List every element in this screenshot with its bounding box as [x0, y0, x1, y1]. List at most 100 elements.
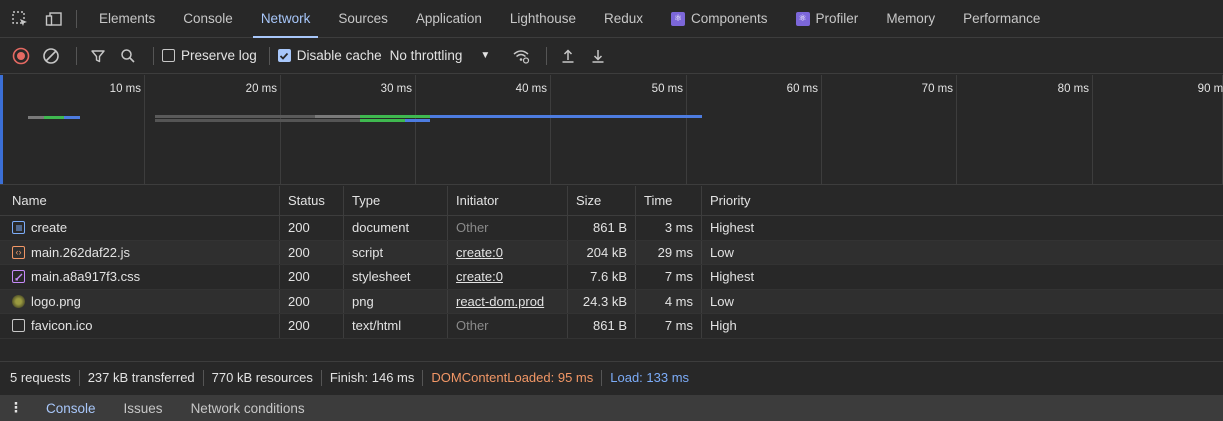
request-initiator-cell: create:0 — [448, 240, 568, 264]
table-empty-area — [0, 353, 1223, 361]
preserve-log-toggle[interactable]: Preserve log — [162, 48, 257, 63]
timeline-tick-label: 70 ms — [921, 83, 953, 95]
summary-separator — [320, 369, 322, 386]
toolbar-separator — [153, 46, 154, 65]
request-status: 200 — [280, 216, 344, 240]
request-name-cell[interactable]: create — [0, 216, 280, 240]
request-name: logo.png — [31, 293, 81, 309]
toolbar-separator — [76, 46, 77, 65]
request-type: script — [344, 240, 448, 264]
timeline-tick: 20 ms — [246, 75, 281, 184]
timeline-range-handle[interactable] — [0, 75, 3, 184]
request-time: 4 ms — [636, 289, 702, 313]
column-header-priority[interactable]: Priority — [702, 186, 1223, 215]
request-size: 861 B — [568, 216, 636, 240]
request-name-cell[interactable]: logo.png — [0, 289, 280, 313]
drawer-tab-console[interactable]: Console — [32, 401, 110, 416]
timeline-tick-label: 20 ms — [245, 83, 277, 95]
summary-requests: 5 requests — [10, 370, 71, 385]
tab-sources[interactable]: Sources — [324, 0, 402, 38]
column-header-initiator[interactable]: Initiator — [448, 186, 568, 215]
summary-resources: 770 kB resources — [211, 370, 313, 385]
tab-performance-label: Performance — [963, 11, 1041, 26]
network-conditions-icon[interactable] — [508, 43, 534, 69]
stop-recording-icon[interactable] — [8, 43, 34, 69]
timeline-request-bar — [360, 115, 430, 118]
timeline-request-bar — [64, 116, 80, 119]
chevron-down-icon: ▼ — [480, 50, 491, 61]
timeline-tick: 50 ms — [652, 75, 687, 184]
table-row[interactable]: logo.png 200 png react-dom.prod 24.3 kB … — [0, 289, 1223, 314]
request-priority: High — [710, 318, 737, 334]
request-type: text/html — [344, 314, 448, 338]
column-header-size[interactable]: Size — [568, 186, 636, 215]
request-initiator-link[interactable]: create:0 — [456, 269, 503, 284]
request-type: png — [344, 289, 448, 313]
react-profiler-icon: ⚛ — [795, 11, 810, 26]
column-header-status[interactable]: Status — [280, 186, 344, 215]
timeline-tick-label: 90 ms — [1197, 83, 1223, 95]
request-initiator-cell: create:0 — [448, 265, 568, 289]
tab-console[interactable]: Console — [169, 0, 247, 38]
tab-performance[interactable]: Performance — [949, 0, 1054, 38]
toolbar-separator — [268, 46, 270, 65]
table-row[interactable]: ‹› main.262daf22.js 200 script create:0 … — [0, 240, 1223, 265]
request-name: main.262daf22.js — [31, 244, 131, 260]
tab-memory[interactable]: Memory — [872, 0, 949, 38]
devtools-drawer: ⋮ Console Issues Network conditions — [0, 395, 1223, 421]
disable-cache-checkbox[interactable] — [277, 49, 291, 62]
request-initiator-link[interactable]: react-dom.prod — [456, 294, 544, 309]
column-header-name[interactable]: Name — [0, 186, 280, 215]
toolbar-separator — [546, 46, 548, 65]
tab-components[interactable]: ⚛ Components — [657, 0, 782, 38]
timeline-request-bar — [28, 116, 44, 119]
import-har-icon[interactable] — [555, 43, 581, 69]
document-icon — [12, 221, 25, 235]
script-icon: ‹› — [12, 245, 25, 259]
export-har-icon[interactable] — [585, 43, 611, 69]
image-icon — [12, 294, 25, 308]
timeline-request-bar — [430, 115, 702, 118]
tab-elements[interactable]: Elements — [85, 0, 169, 38]
more-options-icon[interactable]: ⋮ — [0, 400, 32, 416]
summary-finish: Finish: 146 ms — [329, 370, 415, 385]
drawer-tab-network-conditions[interactable]: Network conditions — [177, 401, 319, 416]
device-toolbar-icon[interactable] — [40, 5, 68, 33]
inspect-element-icon[interactable] — [6, 5, 34, 33]
column-header-type[interactable]: Type — [344, 186, 448, 215]
timeline-tick-label: 30 ms — [380, 83, 412, 95]
request-name-cell[interactable]: main.a8a917f3.css — [0, 265, 280, 289]
tab-application[interactable]: Application — [402, 0, 496, 38]
tab-lighthouse[interactable]: Lighthouse — [496, 0, 590, 38]
table-header: Name Status Type Initiator Size Time Pri… — [0, 186, 1223, 216]
summary-dom-content-loaded: DOMContentLoaded: 95 ms — [431, 370, 594, 385]
timeline-tick-label: 10 ms — [109, 83, 141, 95]
request-initiator-link[interactable]: create:0 — [456, 245, 503, 260]
request-size: 204 kB — [568, 240, 636, 264]
tab-network[interactable]: Network — [247, 0, 325, 38]
table-row[interactable]: favicon.ico 200 text/html Other 861 B 7 … — [0, 314, 1223, 339]
request-size: 7.6 kB — [568, 265, 636, 289]
summary-load: Load: 133 ms — [610, 370, 690, 385]
tab-profiler[interactable]: ⚛ Profiler — [782, 0, 873, 38]
react-components-icon: ⚛ — [671, 11, 685, 26]
request-name-cell[interactable]: ‹› main.262daf22.js — [0, 240, 280, 264]
request-initiator-cell: react-dom.prod — [448, 289, 568, 313]
timeline-overview[interactable]: 10 ms 20 ms 30 ms 40 ms 50 ms 60 ms 70 m… — [0, 75, 1223, 185]
clear-icon[interactable] — [38, 43, 64, 69]
preserve-log-checkbox[interactable] — [162, 49, 175, 62]
timeline-tick-label: 40 ms — [515, 83, 547, 95]
throttling-select[interactable]: No throttling ▼ — [390, 48, 491, 63]
request-name-cell[interactable]: favicon.ico — [0, 314, 280, 338]
timeline-request-bar — [155, 119, 360, 122]
disable-cache-toggle[interactable]: Disable cache — [277, 48, 382, 63]
search-icon[interactable] — [115, 43, 141, 69]
table-row[interactable]: main.a8a917f3.css 200 stylesheet create:… — [0, 265, 1223, 290]
column-header-time[interactable]: Time — [636, 186, 702, 215]
tab-redux[interactable]: Redux — [590, 0, 657, 38]
timeline-request-bar — [315, 115, 360, 118]
table-row[interactable]: create 200 document Other 861 B 3 ms Hig… — [0, 216, 1223, 241]
drawer-tab-issues[interactable]: Issues — [110, 401, 177, 416]
filter-icon[interactable] — [85, 43, 111, 69]
summary-separator — [202, 369, 204, 386]
